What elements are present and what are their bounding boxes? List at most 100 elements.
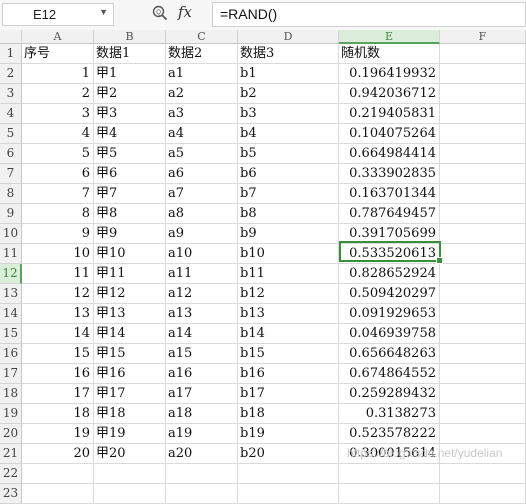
cell-e10[interactable]: 0.391705699 — [339, 224, 440, 244]
cell-b2[interactable]: 甲1 — [94, 64, 166, 84]
cell-f20[interactable] — [440, 424, 526, 444]
cell-c20[interactable]: a19 — [166, 424, 238, 444]
row-header[interactable]: 2 — [0, 64, 22, 84]
cell-c9[interactable]: a8 — [166, 204, 238, 224]
cell-b3[interactable]: 甲2 — [94, 84, 166, 104]
column-header-c[interactable]: C — [166, 30, 238, 44]
cell-c11[interactable]: a10 — [166, 244, 238, 264]
cell-d18[interactable]: b17 — [238, 384, 339, 404]
cell-f17[interactable] — [440, 364, 526, 384]
cell-f11[interactable] — [440, 244, 526, 264]
cell-f9[interactable] — [440, 204, 526, 224]
cell-c15[interactable]: a14 — [166, 324, 238, 344]
cell-d10[interactable]: b9 — [238, 224, 339, 244]
cell-e3[interactable]: 0.942036712 — [339, 84, 440, 104]
cell-f5[interactable] — [440, 124, 526, 144]
cell-c19[interactable]: a18 — [166, 404, 238, 424]
cell-f10[interactable] — [440, 224, 526, 244]
cell-e17[interactable]: 0.674864552 — [339, 364, 440, 384]
cell-e11[interactable]: 0.533520613 — [339, 244, 440, 264]
cell-a5[interactable]: 4 — [22, 124, 94, 144]
cell-d20[interactable]: b19 — [238, 424, 339, 444]
cell-b11[interactable]: 甲10 — [94, 244, 166, 264]
row-header[interactable]: 6 — [0, 144, 22, 164]
row-header[interactable]: 18 — [0, 384, 22, 404]
cell-c21[interactable]: a20 — [166, 444, 238, 464]
cell-e9[interactable]: 0.787649457 — [339, 204, 440, 224]
zoom-search-icon[interactable]: Q — [152, 5, 168, 21]
cell-a21[interactable]: 20 — [22, 444, 94, 464]
cell-a4[interactable]: 3 — [22, 104, 94, 124]
cell-b17[interactable]: 甲16 — [94, 364, 166, 384]
cell-f22[interactable] — [440, 464, 526, 484]
cell-c6[interactable]: a5 — [166, 144, 238, 164]
row-header[interactable]: 13 — [0, 284, 22, 304]
row-header[interactable]: 9 — [0, 204, 22, 224]
cell-b15[interactable]: 甲14 — [94, 324, 166, 344]
cell-e6[interactable]: 0.664984414 — [339, 144, 440, 164]
cell-a2[interactable]: 1 — [22, 64, 94, 84]
cell-e20[interactable]: 0.523578222 — [339, 424, 440, 444]
cell-f4[interactable] — [440, 104, 526, 124]
cell-a23[interactable] — [22, 484, 94, 504]
cell-c23[interactable] — [166, 484, 238, 504]
cell-f19[interactable] — [440, 404, 526, 424]
cell-b20[interactable]: 甲19 — [94, 424, 166, 444]
cell-b6[interactable]: 甲5 — [94, 144, 166, 164]
cell-b4[interactable]: 甲3 — [94, 104, 166, 124]
cell-b9[interactable]: 甲8 — [94, 204, 166, 224]
row-header[interactable]: 19 — [0, 404, 22, 424]
cell-c5[interactable]: a4 — [166, 124, 238, 144]
row-header[interactable]: 23 — [0, 484, 22, 504]
cell-d22[interactable] — [238, 464, 339, 484]
cell-f13[interactable] — [440, 284, 526, 304]
cell-c22[interactable] — [166, 464, 238, 484]
cell-e23[interactable] — [339, 484, 440, 504]
cell-f8[interactable] — [440, 184, 526, 204]
cell-f7[interactable] — [440, 164, 526, 184]
row-header[interactable]: 7 — [0, 164, 22, 184]
cell-d3[interactable]: b2 — [238, 84, 339, 104]
cell-f1[interactable] — [440, 44, 526, 64]
cell-c14[interactable]: a13 — [166, 304, 238, 324]
cell-d5[interactable]: b4 — [238, 124, 339, 144]
fx-function-icon[interactable]: fx — [178, 3, 192, 21]
chevron-down-icon[interactable]: ▼ — [99, 7, 108, 17]
cell-a22[interactable] — [22, 464, 94, 484]
cell-e14[interactable]: 0.091929653 — [339, 304, 440, 324]
cell-e5[interactable]: 0.104075264 — [339, 124, 440, 144]
cell-e12[interactable]: 0.828652924 — [339, 264, 440, 284]
cell-f14[interactable] — [440, 304, 526, 324]
cell-c7[interactable]: a6 — [166, 164, 238, 184]
cell-c17[interactable]: a16 — [166, 364, 238, 384]
column-header-a[interactable]: A — [22, 30, 94, 44]
cell-a18[interactable]: 17 — [22, 384, 94, 404]
cell-e19[interactable]: 0.3138273 — [339, 404, 440, 424]
row-header[interactable]: 22 — [0, 464, 22, 484]
cell-e8[interactable]: 0.163701344 — [339, 184, 440, 204]
cell-f18[interactable] — [440, 384, 526, 404]
cell-a11[interactable]: 10 — [22, 244, 94, 264]
cell-c8[interactable]: a7 — [166, 184, 238, 204]
cell-b19[interactable]: 甲18 — [94, 404, 166, 424]
row-header[interactable]: 10 — [0, 224, 22, 244]
row-header[interactable]: 5 — [0, 124, 22, 144]
cell-c4[interactable]: a3 — [166, 104, 238, 124]
cell-a14[interactable]: 13 — [22, 304, 94, 324]
cell-b5[interactable]: 甲4 — [94, 124, 166, 144]
cell-e22[interactable] — [339, 464, 440, 484]
cell-d7[interactable]: b6 — [238, 164, 339, 184]
cell-a3[interactable]: 2 — [22, 84, 94, 104]
cell-c3[interactable]: a2 — [166, 84, 238, 104]
cell-b14[interactable]: 甲13 — [94, 304, 166, 324]
cell-d14[interactable]: b13 — [238, 304, 339, 324]
row-header[interactable]: 16 — [0, 344, 22, 364]
row-header[interactable]: 14 — [0, 304, 22, 324]
cell-a17[interactable]: 16 — [22, 364, 94, 384]
cell-d21[interactable]: b20 — [238, 444, 339, 464]
row-header[interactable]: 4 — [0, 104, 22, 124]
cell-e1[interactable]: 随机数 — [339, 44, 440, 64]
cell-d11[interactable]: b10 — [238, 244, 339, 264]
cell-d15[interactable]: b14 — [238, 324, 339, 344]
cell-a6[interactable]: 5 — [22, 144, 94, 164]
